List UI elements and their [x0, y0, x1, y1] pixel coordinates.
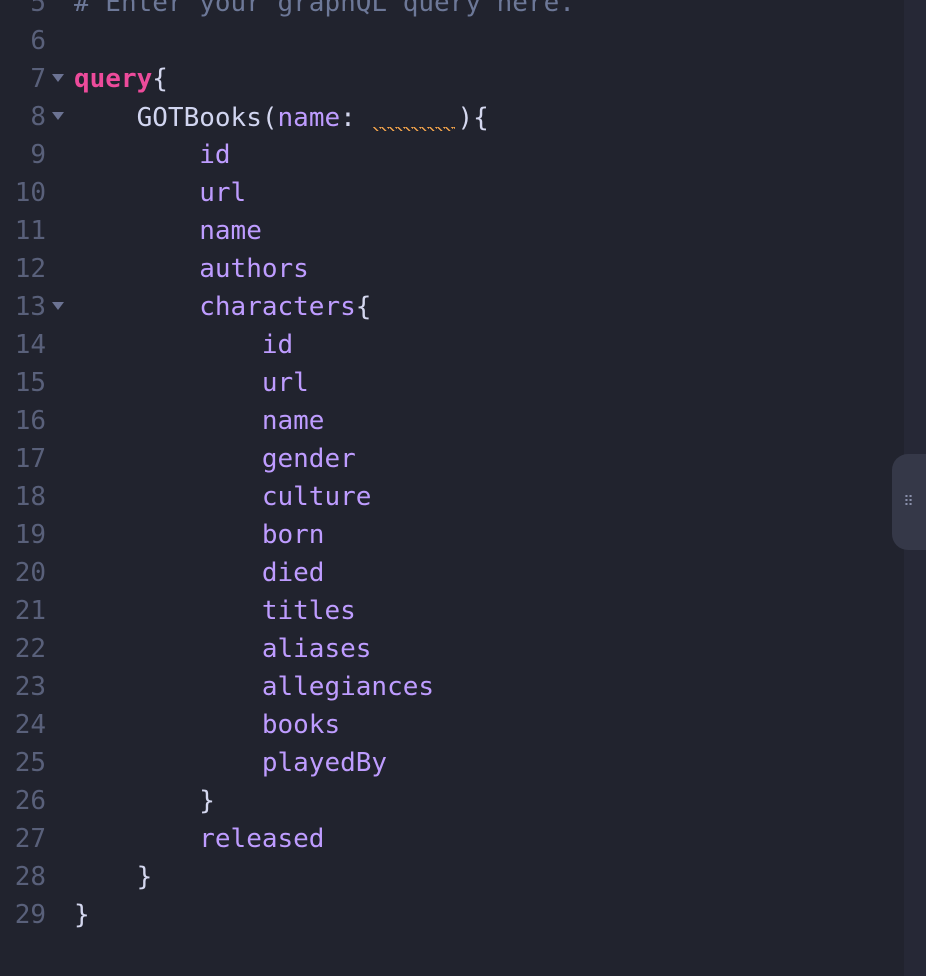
code-line[interactable]: GOTBooks(name: ){: [74, 98, 926, 136]
code-line[interactable]: born: [74, 516, 926, 554]
drag-handle-icon: ⠿: [903, 500, 914, 504]
line-number: 12: [0, 250, 46, 288]
line-number: 22: [0, 630, 46, 668]
code-line[interactable]: name: [74, 402, 926, 440]
line-number: 24: [0, 706, 46, 744]
line-number: 9: [0, 136, 46, 174]
line-number: 28: [0, 858, 46, 896]
line-number: 7: [0, 60, 46, 98]
line-number: 16: [0, 402, 46, 440]
code-line[interactable]: gender: [74, 440, 926, 478]
line-number: 14: [0, 326, 46, 364]
line-number: 23: [0, 668, 46, 706]
code-line[interactable]: }: [74, 896, 926, 934]
line-number: 15: [0, 364, 46, 402]
line-number: 11: [0, 212, 46, 250]
line-number: 6: [0, 22, 46, 60]
code-line[interactable]: released: [74, 820, 926, 858]
code-line[interactable]: died: [74, 554, 926, 592]
line-number: 17: [0, 440, 46, 478]
line-number: 26: [0, 782, 46, 820]
code-line[interactable]: culture: [74, 478, 926, 516]
line-number: 5: [0, 0, 46, 22]
line-number: 19: [0, 516, 46, 554]
code-line[interactable]: books: [74, 706, 926, 744]
code-line[interactable]: id: [74, 136, 926, 174]
code-line[interactable]: playedBy: [74, 744, 926, 782]
code-line[interactable]: aliases: [74, 630, 926, 668]
fold-toggle-icon[interactable]: [52, 112, 64, 120]
fold-toggle-icon[interactable]: [52, 74, 64, 82]
line-number: 20: [0, 554, 46, 592]
code-line[interactable]: # Enter your graphQL query here.: [74, 0, 926, 22]
line-number: 8: [0, 98, 46, 136]
line-number: 10: [0, 174, 46, 212]
line-number: 13: [0, 288, 46, 326]
line-number: 29: [0, 896, 46, 934]
code-area[interactable]: # Enter your graphQL query here. query{ G…: [74, 0, 926, 976]
code-line[interactable]: name: [74, 212, 926, 250]
pane-resize-handle[interactable]: ⠿: [892, 454, 926, 550]
code-line[interactable]: titles: [74, 592, 926, 630]
line-number: 18: [0, 478, 46, 516]
keyword-query: query: [74, 64, 152, 94]
fold-gutter: [50, 0, 74, 976]
code-line[interactable]: id: [74, 326, 926, 364]
fold-toggle-icon[interactable]: [52, 302, 64, 310]
code-line[interactable]: authors: [74, 250, 926, 288]
code-line[interactable]: allegiances: [74, 668, 926, 706]
line-number-gutter: 5678910111213141516171819202122232425262…: [0, 0, 50, 976]
code-line[interactable]: url: [74, 174, 926, 212]
code-line[interactable]: [74, 22, 926, 60]
code-line[interactable]: query{: [74, 60, 926, 98]
code-line[interactable]: url: [74, 364, 926, 402]
line-number: 27: [0, 820, 46, 858]
code-editor[interactable]: 5678910111213141516171819202122232425262…: [0, 0, 926, 976]
line-number: 21: [0, 592, 46, 630]
syntax-error-marker: [371, 98, 457, 126]
line-number: 25: [0, 744, 46, 782]
code-line[interactable]: }: [74, 858, 926, 896]
code-line[interactable]: }: [74, 782, 926, 820]
code-line[interactable]: characters{: [74, 288, 926, 326]
